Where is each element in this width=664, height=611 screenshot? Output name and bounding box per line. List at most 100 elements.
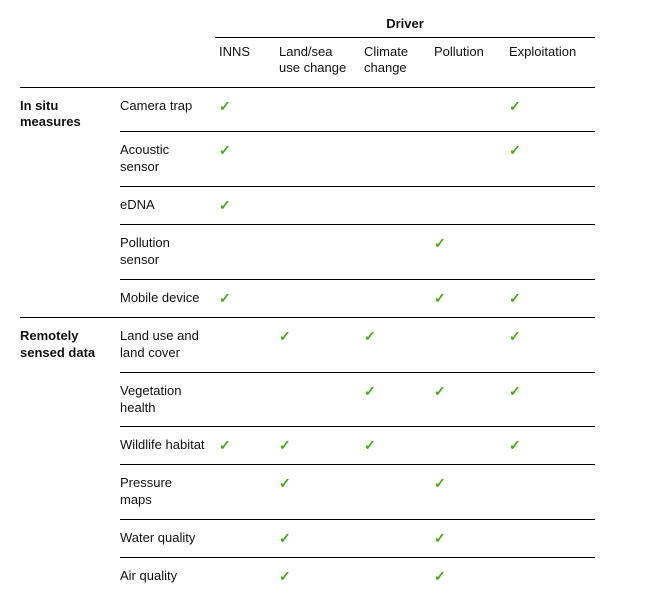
row-label: Wildlife habitat: [120, 427, 215, 464]
cell: ✓: [275, 465, 360, 519]
cell: [430, 427, 505, 464]
check-icon: ✓: [364, 437, 376, 453]
cell: [215, 318, 275, 372]
cell: ✓: [215, 132, 275, 186]
cell: ✓: [505, 373, 595, 427]
cell: ✓: [430, 520, 505, 557]
cell: [360, 520, 430, 557]
cell: [360, 187, 430, 224]
cell: ✓: [360, 373, 430, 427]
cell: ✓: [430, 373, 505, 427]
cell: [505, 520, 595, 557]
row-label: Land use and land cover: [120, 318, 215, 372]
check-icon: ✓: [509, 383, 521, 399]
col-head-pollution: Pollution: [430, 38, 505, 87]
row-label: Camera trap: [120, 88, 215, 132]
cell: ✓: [215, 88, 275, 132]
cell: ✓: [360, 427, 430, 464]
cell: [215, 520, 275, 557]
cell: ✓: [360, 318, 430, 372]
check-icon: ✓: [219, 437, 231, 453]
cell: [505, 558, 595, 595]
cell: [275, 225, 360, 279]
cell: [215, 373, 275, 427]
group-label-in-situ: In situ measures: [20, 88, 120, 132]
check-icon: ✓: [434, 530, 446, 546]
check-icon: ✓: [434, 568, 446, 584]
cell: [215, 465, 275, 519]
check-icon: ✓: [364, 328, 376, 344]
check-icon: ✓: [219, 197, 231, 213]
cell: ✓: [275, 558, 360, 595]
cell: [430, 318, 505, 372]
check-icon: ✓: [219, 98, 231, 114]
row-label: Pressure maps: [120, 465, 215, 519]
group-label-remote: Remotely sensed data: [20, 318, 120, 372]
check-icon: ✓: [219, 142, 231, 158]
check-icon: ✓: [434, 290, 446, 306]
check-icon: ✓: [509, 290, 521, 306]
col-head-inns: INNS: [215, 38, 275, 87]
cell: ✓: [430, 558, 505, 595]
cell: [360, 225, 430, 279]
check-icon: ✓: [279, 568, 291, 584]
cell: [215, 558, 275, 595]
cell: [360, 88, 430, 132]
row-label: Vegetation health: [120, 373, 215, 427]
cell: [275, 132, 360, 186]
check-icon: ✓: [364, 383, 376, 399]
cell: ✓: [505, 132, 595, 186]
cell: ✓: [505, 318, 595, 372]
row-label: Acoustic sensor: [120, 132, 215, 186]
check-icon: ✓: [509, 437, 521, 453]
cell: ✓: [505, 427, 595, 464]
check-icon: ✓: [434, 475, 446, 491]
cell: [360, 558, 430, 595]
cell: ✓: [430, 465, 505, 519]
cell: [505, 225, 595, 279]
check-icon: ✓: [434, 383, 446, 399]
cell: [275, 88, 360, 132]
check-icon: ✓: [509, 98, 521, 114]
cell: ✓: [215, 280, 275, 317]
cell: [215, 225, 275, 279]
check-icon: ✓: [279, 437, 291, 453]
row-label: eDNA: [120, 187, 215, 224]
cell: [430, 187, 505, 224]
col-head-exploitation: Exploitation: [505, 38, 595, 87]
cell: [430, 132, 505, 186]
check-icon: ✓: [279, 530, 291, 546]
col-head-landsea: Land/sea use change: [275, 38, 360, 87]
cell: [360, 132, 430, 186]
check-icon: ✓: [219, 290, 231, 306]
cell: ✓: [430, 280, 505, 317]
col-head-climate: Climate change: [360, 38, 430, 87]
cell: ✓: [215, 187, 275, 224]
check-icon: ✓: [434, 235, 446, 251]
cell: [275, 373, 360, 427]
row-label: Air quality: [120, 558, 215, 595]
check-icon: ✓: [509, 328, 521, 344]
row-label: Mobile device: [120, 280, 215, 317]
table-super-header: Driver: [215, 16, 595, 37]
check-icon: ✓: [509, 142, 521, 158]
cell: ✓: [430, 225, 505, 279]
row-label: Pollution sensor: [120, 225, 215, 279]
cell: ✓: [275, 520, 360, 557]
cell: ✓: [505, 88, 595, 132]
cell: [505, 465, 595, 519]
cell: [430, 88, 505, 132]
cell: [275, 280, 360, 317]
cell: [360, 280, 430, 317]
row-label: Water quality: [120, 520, 215, 557]
cell: [505, 187, 595, 224]
cell: ✓: [215, 427, 275, 464]
cell: [275, 187, 360, 224]
driver-table: Driver INNS Land/sea use change Climate …: [20, 16, 644, 595]
check-icon: ✓: [279, 475, 291, 491]
cell: ✓: [505, 280, 595, 317]
check-icon: ✓: [279, 328, 291, 344]
cell: [360, 465, 430, 519]
cell: ✓: [275, 427, 360, 464]
cell: ✓: [275, 318, 360, 372]
